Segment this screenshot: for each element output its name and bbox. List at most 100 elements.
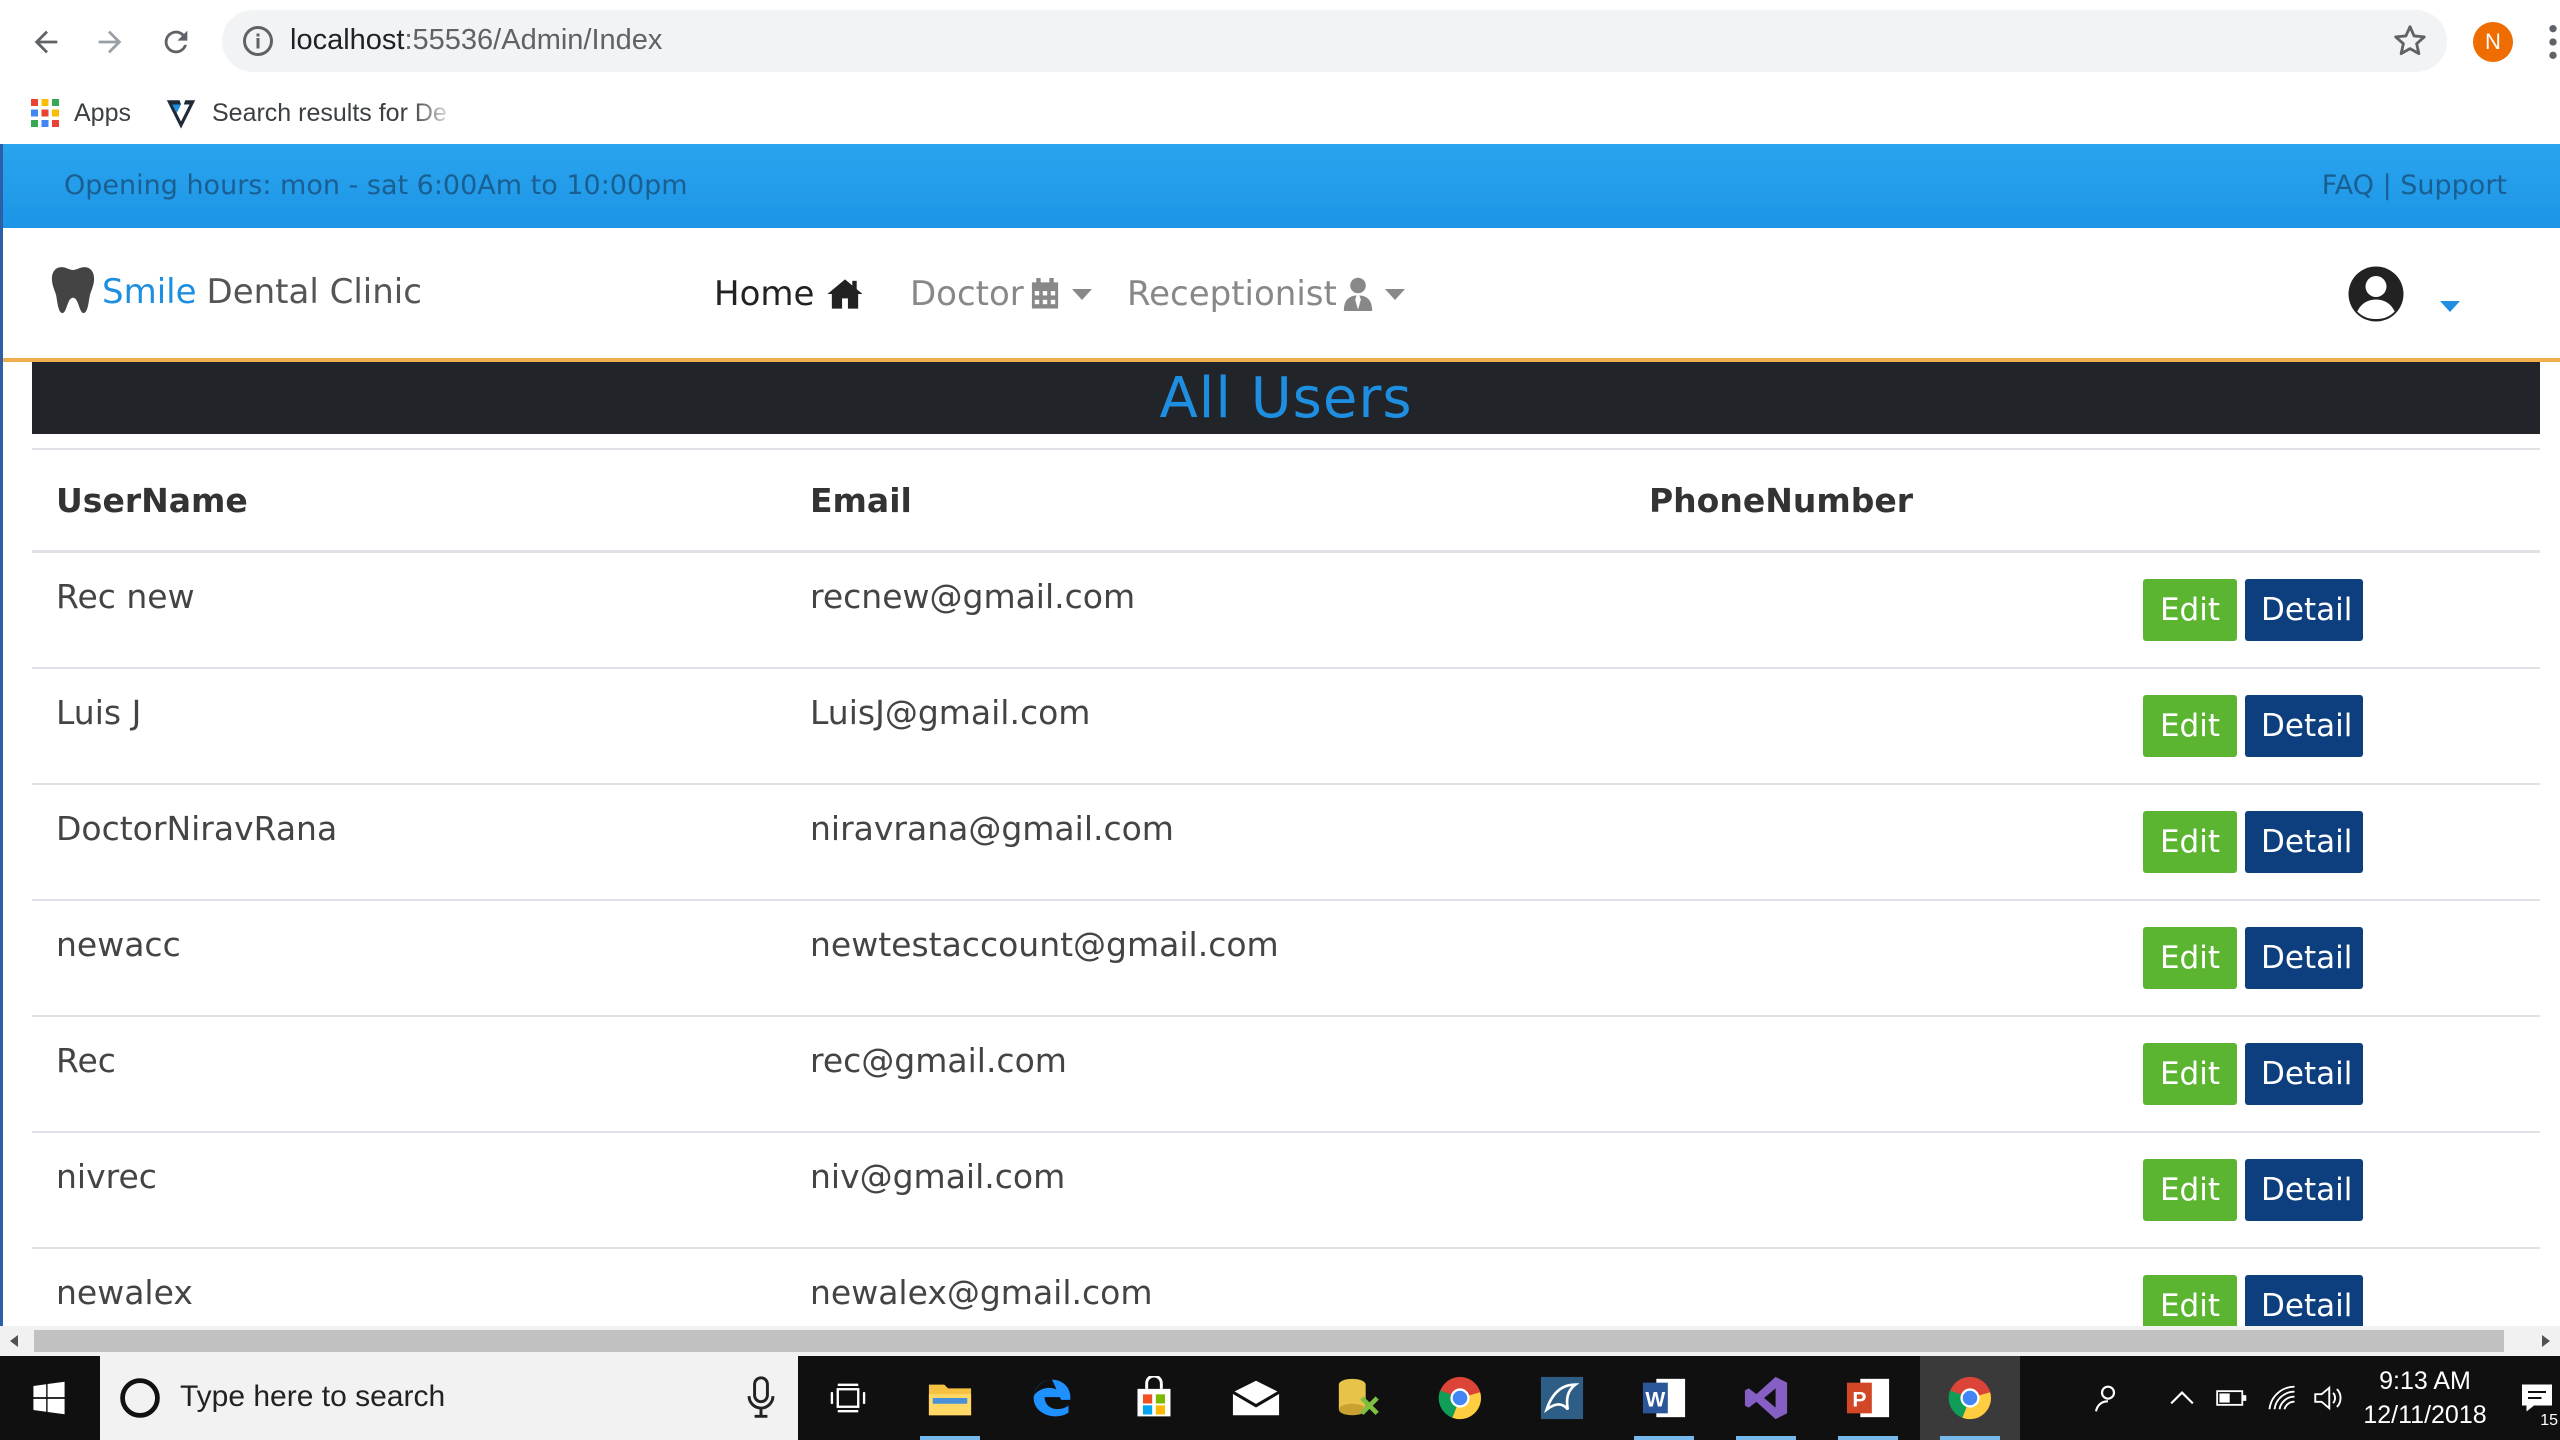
detail-button[interactable]: Detail	[2245, 1043, 2363, 1105]
edit-button[interactable]: Edit	[2143, 695, 2237, 757]
running-indicator	[920, 1436, 980, 1440]
table-header-row: UserName Email PhoneNumber	[32, 448, 2540, 553]
taskbar-mail[interactable]	[1206, 1356, 1306, 1440]
back-button[interactable]	[22, 18, 70, 66]
scroll-right-arrow-icon[interactable]	[2542, 1335, 2550, 1347]
network-status[interactable]	[2264, 1356, 2300, 1440]
user-menu-caret-icon[interactable]	[2440, 301, 2460, 312]
detail-button[interactable]: Detail	[2245, 1275, 2363, 1326]
action-center-button[interactable]: 15	[2514, 1356, 2560, 1440]
taskbar-store[interactable]	[1104, 1356, 1204, 1440]
header-actions	[2119, 448, 2540, 553]
bookmark-apps-label: Apps	[74, 98, 131, 127]
notification-icon	[2522, 1384, 2552, 1412]
bookmark-star-icon[interactable]	[2391, 22, 2429, 60]
edit-button[interactable]: Edit	[2143, 579, 2237, 641]
taskbar-word[interactable]: W	[1614, 1356, 1714, 1440]
clock-time: 9:13 AM	[2379, 1367, 2471, 1395]
taskbar-powerpoint[interactable]: P	[1818, 1356, 1918, 1440]
horizontal-scrollbar[interactable]	[0, 1326, 2560, 1356]
detail-button[interactable]: Detail	[2245, 695, 2363, 757]
bookmark-apps[interactable]: Apps	[30, 90, 131, 136]
nav-home-label: Home	[714, 274, 815, 314]
browser-chrome: localhost:55536/Admin/Index N Apps Searc…	[0, 0, 2560, 144]
table-row: nivrec niv@gmail.com Edit Detail	[32, 1132, 2540, 1249]
profile-avatar[interactable]: N	[2473, 22, 2513, 62]
taskbar-sql-tool[interactable]	[1308, 1356, 1408, 1440]
people-button[interactable]	[2090, 1356, 2126, 1440]
taskbar-edge[interactable]	[1002, 1356, 1102, 1440]
nav-home[interactable]: Home	[714, 266, 864, 322]
store-bag-icon	[1137, 1376, 1171, 1417]
header-phone: PhoneNumber	[1625, 448, 2119, 553]
edge-browser-icon	[1033, 1379, 1071, 1417]
cell-email: niravrana@gmail.com	[786, 784, 1625, 901]
url-text[interactable]: localhost:55536/Admin/Index	[290, 24, 662, 57]
bookmarks-bar: Apps Search results for De	[0, 82, 2560, 144]
url-path: :55536/Admin/Index	[404, 24, 663, 56]
tooth-icon	[51, 267, 95, 314]
taskbar-clock[interactable]: 9:13 AM 12/11/2018	[2340, 1364, 2510, 1432]
detail-button[interactable]: Detail	[2245, 1159, 2363, 1221]
reload-icon	[164, 30, 188, 54]
notification-count-badge: 15	[2540, 1412, 2558, 1430]
nav-receptionist-label: Receptionist	[1127, 274, 1337, 314]
detail-button[interactable]: Detail	[2245, 927, 2363, 989]
bookmark-search-results[interactable]: Search results for De	[164, 90, 456, 136]
table-row: Luis J LuisJ@gmail.com Edit Detail	[32, 668, 2540, 785]
taskbar-file-explorer[interactable]	[900, 1356, 1000, 1440]
word-icon: W	[1642, 1378, 1686, 1418]
edit-button[interactable]: Edit	[2143, 1159, 2237, 1221]
folder-icon	[928, 1384, 972, 1416]
reload-button[interactable]	[152, 18, 200, 66]
taskbar-chrome-2[interactable]	[1920, 1356, 2020, 1440]
forward-button[interactable]	[86, 18, 134, 66]
start-button[interactable]	[0, 1356, 98, 1440]
edit-button[interactable]: Edit	[2143, 927, 2237, 989]
nav-receptionist-dropdown[interactable]: Receptionist	[1127, 266, 1405, 322]
user-tie-icon	[1343, 277, 1372, 311]
cell-username: newacc	[32, 900, 786, 1017]
main-navbar: Smile Dental Clinic Home Doctor Receptio…	[0, 228, 2560, 362]
user-circle-icon[interactable]	[2346, 264, 2406, 324]
edit-button[interactable]: Edit	[2143, 811, 2237, 873]
support-link[interactable]: Support	[2400, 170, 2507, 201]
taskbar-search-placeholder: Type here to search	[180, 1380, 446, 1413]
brand-clinic: Dental Clinic	[206, 272, 422, 312]
cell-phone	[1625, 668, 2119, 785]
taskbar-mysql-workbench[interactable]	[1512, 1356, 1612, 1440]
faq-link[interactable]: FAQ	[2322, 170, 2374, 201]
task-view-button[interactable]	[798, 1356, 898, 1440]
address-bar[interactable]: localhost:55536/Admin/Index	[222, 10, 2447, 72]
battery-status[interactable]	[2214, 1356, 2250, 1440]
edit-button[interactable]: Edit	[2143, 1275, 2237, 1326]
powerpoint-icon: P	[1846, 1378, 1890, 1418]
more-vert-icon[interactable]	[2546, 22, 2560, 62]
windows-taskbar: Type here to search W P 9:13 AM 12/11/20…	[0, 1356, 2560, 1440]
address-row: localhost:55536/Admin/Index N	[0, 0, 2560, 82]
cell-phone	[1625, 900, 2119, 1017]
detail-button[interactable]: Detail	[2245, 811, 2363, 873]
vuetify-logo-icon	[166, 100, 196, 129]
cell-username: Luis J	[32, 668, 786, 785]
nav-doctor-dropdown[interactable]: Doctor	[910, 266, 1092, 322]
taskbar-chrome-1[interactable]	[1410, 1356, 1510, 1440]
tray-overflow-button[interactable]	[2164, 1356, 2200, 1440]
cell-actions: Edit Detail	[2119, 1248, 2540, 1326]
cell-username: nivrec	[32, 1132, 786, 1249]
scrollbar-thumb[interactable]	[34, 1330, 2504, 1352]
table-row: newalex newalex@gmail.com Edit Detail	[32, 1248, 2540, 1326]
task-view-icon	[830, 1383, 866, 1413]
cell-username: Rec new	[32, 551, 786, 669]
scroll-left-arrow-icon[interactable]	[10, 1335, 18, 1347]
detail-button[interactable]: Detail	[2245, 579, 2363, 641]
microphone-icon[interactable]	[746, 1376, 776, 1420]
taskbar-visual-studio[interactable]	[1716, 1356, 1816, 1440]
edit-button[interactable]: Edit	[2143, 1043, 2237, 1105]
info-icon[interactable]	[240, 23, 276, 59]
table-row: DoctorNiravRana niravrana@gmail.com Edit…	[32, 784, 2540, 901]
calendar-icon	[1031, 278, 1058, 309]
taskbar-search-box[interactable]: Type here to search	[100, 1356, 798, 1440]
table-row: newacc newtestaccount@gmail.com Edit Deta…	[32, 900, 2540, 1017]
brand-logo[interactable]: Smile Dental Clinic	[50, 262, 422, 322]
